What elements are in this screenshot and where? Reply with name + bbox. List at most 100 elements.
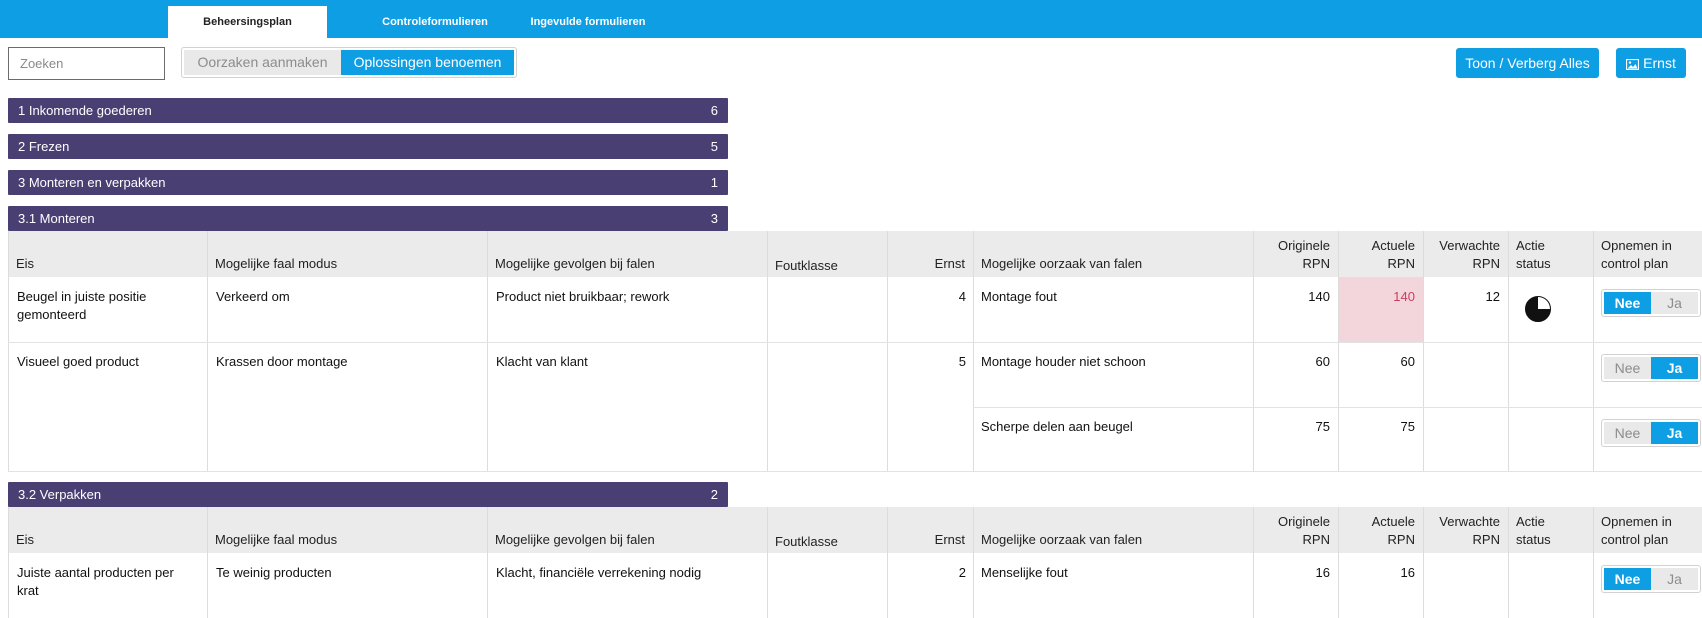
cell-ernst: 5 (958, 354, 966, 369)
cell-ernst: 2 (958, 565, 966, 580)
toggle-nee-button[interactable]: Nee (1604, 422, 1651, 444)
cell-oorzaak: Menselijke fout (981, 565, 1068, 580)
col-verwachte-rpn: Verwachte RPN (1439, 238, 1500, 271)
row-divider (973, 407, 1702, 408)
grid-line (1508, 507, 1509, 618)
group-title: 3 Monteren en verpakken (18, 175, 166, 190)
group-monteren-en-verpakken[interactable]: 3 Monteren en verpakken 1 (8, 170, 728, 195)
toggle-ja-button[interactable]: Ja (1651, 422, 1698, 444)
grid-line (8, 507, 9, 618)
cell-oorzaak: Montage houder niet schoon (981, 354, 1146, 369)
grid-line (1253, 507, 1254, 618)
mode-oorzaken-aanmaken-button[interactable]: Oorzaken aanmaken (184, 50, 342, 75)
grid-line (1593, 507, 1594, 618)
table-monteren: Eis Mogelijke faal modus Mogelijke gevol… (8, 231, 1702, 472)
pie-quarter-icon[interactable] (1524, 295, 1552, 326)
grid-line (887, 507, 888, 618)
mode-oplossingen-benoemen-button[interactable]: Oplossingen benoemen (341, 50, 514, 75)
cell-faal-modus: Te weinig producten (216, 565, 332, 580)
grid-line (487, 231, 488, 472)
table-header: Eis Mogelijke faal modus Mogelijke gevol… (8, 231, 1702, 277)
cell-eis: Juiste aantal producten per krat (17, 565, 174, 598)
group-count: 3 (710, 211, 718, 226)
cell-actuele-rpn: 60 (1400, 354, 1415, 369)
group-title: 2 Frezen (18, 139, 70, 154)
grid-line (1593, 231, 1594, 472)
grid-line (1423, 507, 1424, 618)
cell-actuele-rpn: 75 (1400, 419, 1415, 434)
ernst-button[interactable]: Ernst (1616, 48, 1686, 78)
tab-controleformulieren[interactable]: Controleformulieren (350, 6, 520, 38)
toggle-nee-button[interactable]: Nee (1604, 357, 1651, 379)
grid-line (487, 507, 488, 618)
cell-ernst: 4 (958, 289, 966, 304)
grid-line (973, 231, 974, 472)
cell-verwachte-rpn: 12 (1485, 289, 1500, 304)
mode-toggle: Oorzaken aanmaken Oplossingen benoemen (181, 47, 517, 78)
grid-line (1423, 231, 1424, 472)
col-foutklasse: Foutklasse (775, 258, 838, 273)
col-actie-status: Actie status (1516, 238, 1551, 271)
tab-ingevulde-formulieren[interactable]: Ingevulde formulieren (518, 6, 658, 38)
col-ernst: Ernst (934, 256, 965, 271)
grid-line (1338, 507, 1339, 618)
opnemen-toggle: Nee Ja (1601, 289, 1701, 317)
cell-gevolgen: Product niet bruikbaar; rework (496, 289, 670, 304)
group-verpakken[interactable]: 3.2 Verpakken 2 (8, 482, 728, 507)
cell-actuele-rpn: 16 (1400, 565, 1415, 580)
group-monteren[interactable]: 3.1 Monteren 3 (8, 206, 728, 231)
col-originele-rpn: Originele RPN (1277, 238, 1330, 271)
tab-beheersingsplan[interactable]: Beheersingsplan (168, 6, 327, 38)
cell-faal-modus: Verkeerd om (216, 289, 290, 304)
group-count: 5 (710, 139, 718, 154)
row-divider (8, 342, 1702, 343)
col-actuele-rpn: Actuele RPN (1371, 238, 1415, 271)
group-inkomende-goederen[interactable]: 1 Inkomende goederen 6 (8, 98, 728, 123)
col-faal-modus: Mogelijke faal modus (215, 532, 338, 547)
opnemen-toggle: Nee Ja (1601, 354, 1701, 382)
group-title: 3.1 Monteren (18, 211, 95, 226)
cell-oorzaak: Montage fout (981, 289, 1057, 304)
rpn-highlight (1339, 277, 1423, 342)
toggle-all-button[interactable]: Toon / Verberg Alles (1456, 48, 1599, 78)
toggle-nee-button[interactable]: Nee (1604, 568, 1651, 590)
grid-line (8, 231, 9, 472)
grid-line (207, 507, 208, 618)
grid-line (207, 231, 208, 472)
grid-line (1508, 231, 1509, 472)
col-oorzaak: Mogelijke oorzaak van falen (981, 256, 1143, 271)
col-eis: Eis (16, 532, 35, 547)
grid-line (767, 231, 768, 472)
grid-line (767, 507, 768, 618)
group-title: 1 Inkomende goederen (18, 103, 152, 118)
cell-actuele-rpn: 140 (1393, 289, 1415, 304)
group-frezen[interactable]: 2 Frezen 5 (8, 134, 728, 159)
cell-originele-rpn: 75 (1315, 419, 1330, 434)
row-divider (8, 471, 1702, 472)
group-count: 2 (710, 487, 718, 502)
col-actie-status: Actie status (1516, 514, 1551, 547)
col-originele-rpn: Originele RPN (1277, 514, 1330, 547)
toggle-nee-button[interactable]: Nee (1604, 292, 1651, 314)
col-opnemen: Opnemen in control plan (1601, 514, 1672, 547)
col-opnemen: Opnemen in control plan (1601, 238, 1672, 271)
col-actuele-rpn: Actuele RPN (1371, 514, 1415, 547)
opnemen-toggle: Nee Ja (1601, 419, 1701, 447)
col-gevolgen: Mogelijke gevolgen bij falen (495, 532, 655, 547)
toggle-all-label: Toon / Verberg Alles (1465, 55, 1590, 71)
table-verpakken: Eis Mogelijke faal modus Mogelijke gevol… (8, 507, 1702, 618)
col-verwachte-rpn: Verwachte RPN (1439, 514, 1500, 547)
cell-originele-rpn: 16 (1315, 565, 1330, 580)
cell-gevolgen: Klacht, financiële verrekening nodig (496, 565, 702, 580)
top-nav-bar: Beheersingsplan Controleformulieren Inge… (0, 0, 1702, 38)
search-input[interactable] (8, 47, 165, 80)
group-title: 3.2 Verpakken (18, 487, 102, 502)
cell-faal-modus: Krassen door montage (216, 354, 348, 369)
toggle-ja-button[interactable]: Ja (1651, 568, 1698, 590)
cell-oorzaak: Scherpe delen aan beugel (981, 419, 1133, 434)
ernst-label: Ernst (1643, 55, 1676, 71)
cell-originele-rpn: 140 (1308, 289, 1330, 304)
col-ernst: Ernst (934, 532, 965, 547)
toggle-ja-button[interactable]: Ja (1651, 357, 1698, 379)
toggle-ja-button[interactable]: Ja (1651, 292, 1698, 314)
